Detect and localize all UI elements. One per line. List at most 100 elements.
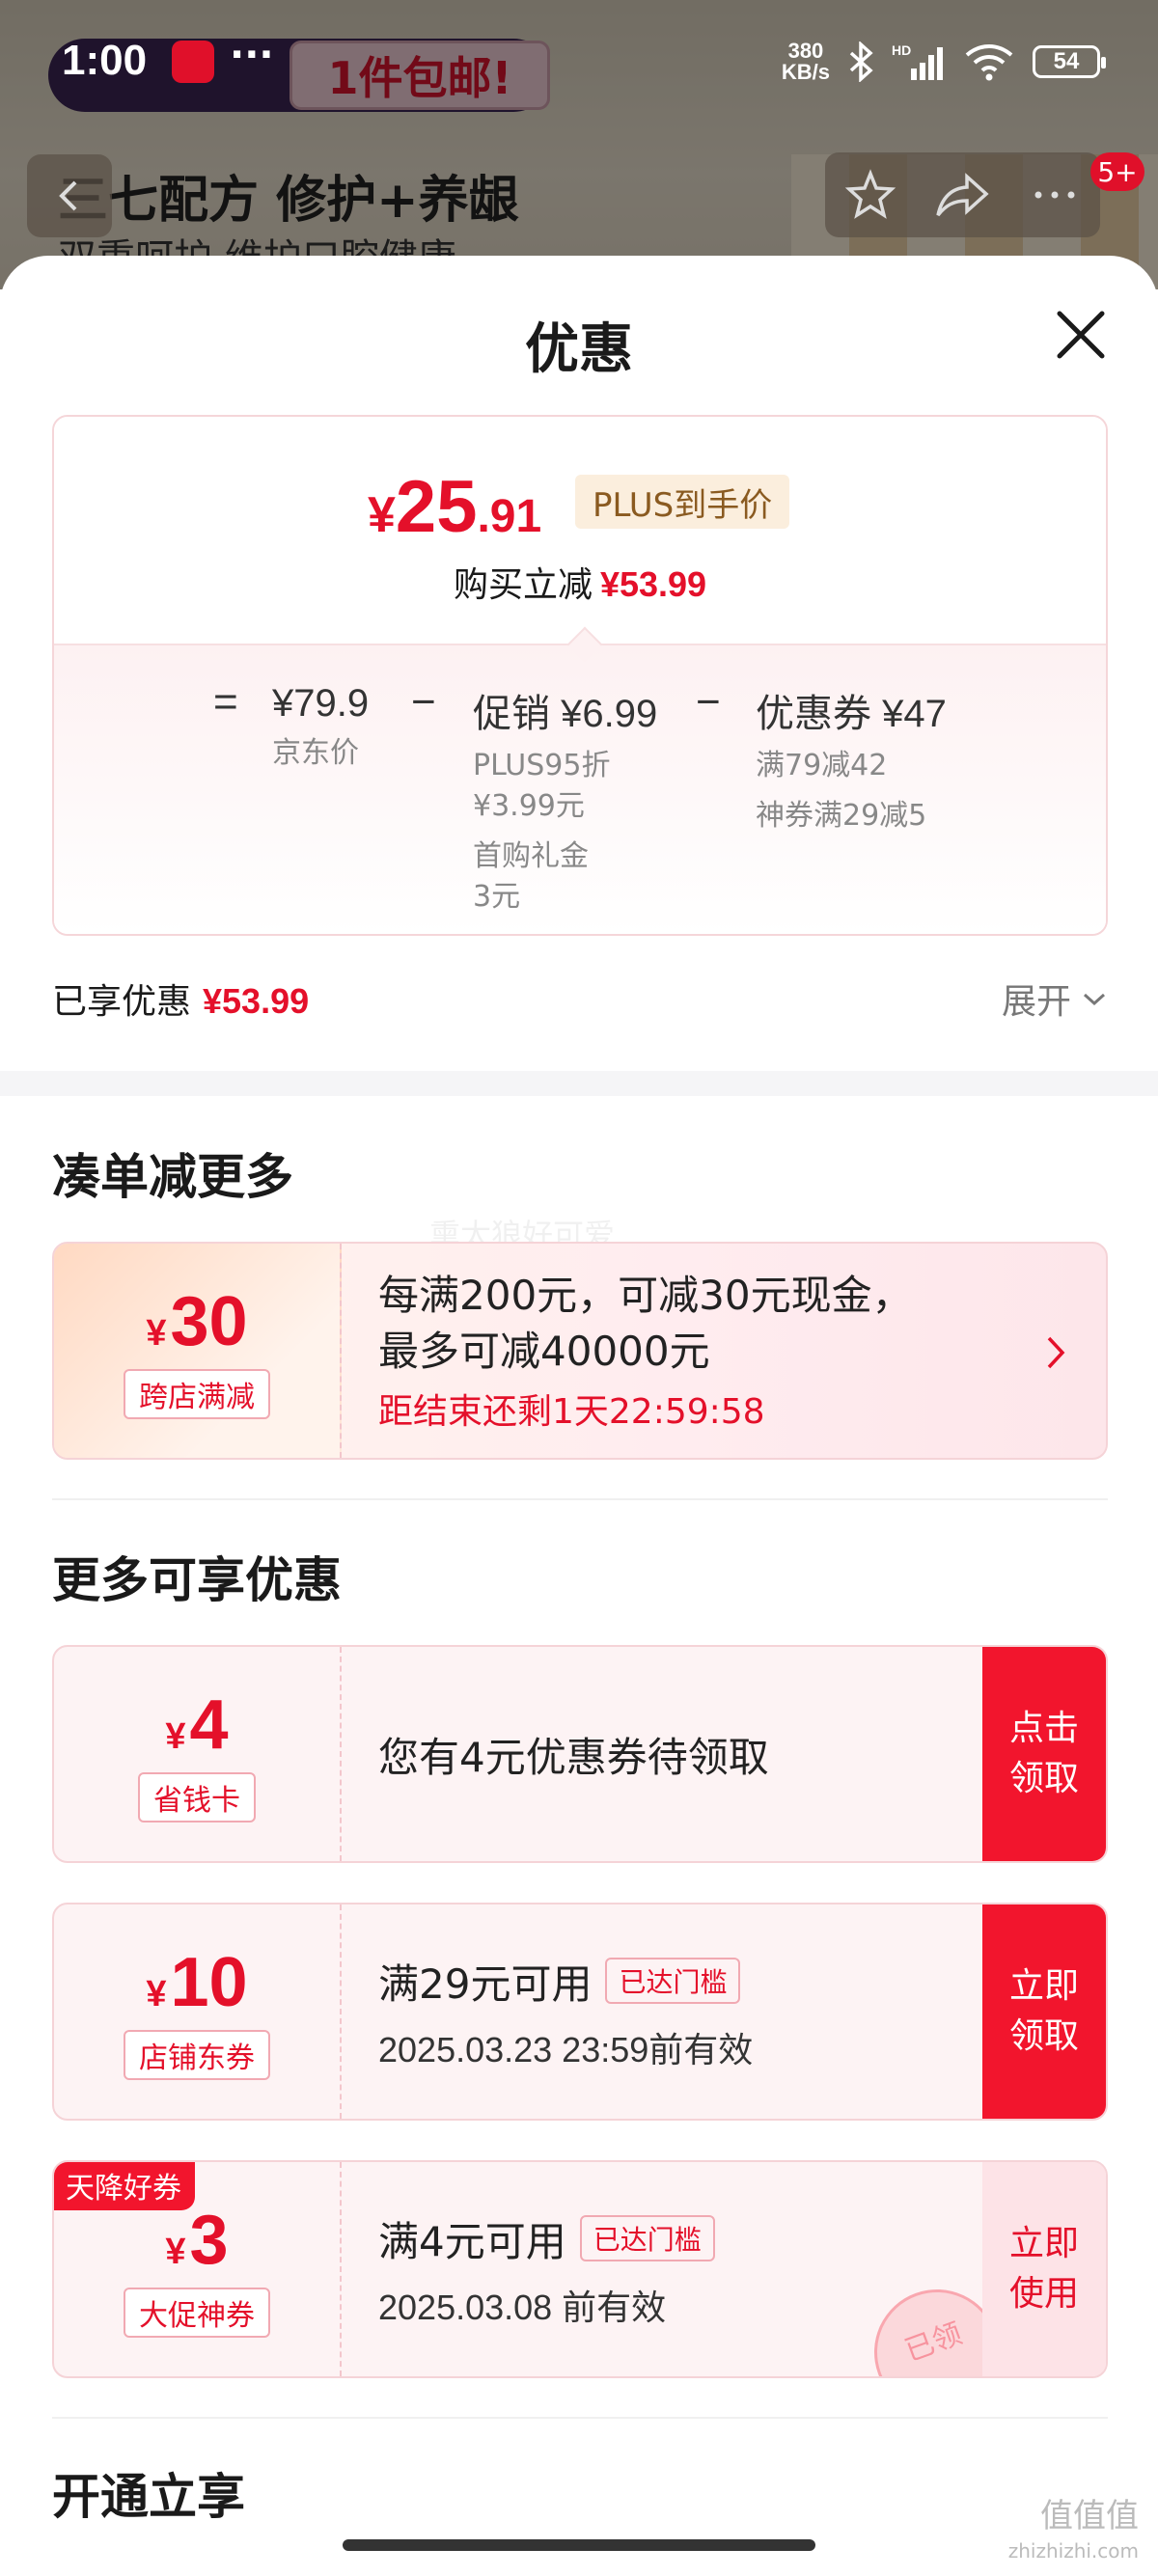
bluetooth-icon	[849, 41, 873, 82]
coupon-amount: ¥ 10	[146, 1943, 247, 2022]
coupon-description: 您有4元优惠券待领取	[378, 1647, 769, 1861]
status-bar: 1:00 ··· 380 KB/s HD 54	[0, 0, 1158, 135]
coupon-validity: 2025.03.23 23:59前有效	[378, 2029, 754, 2069]
claim-coupon-button[interactable]: 点击领取	[982, 1647, 1106, 1861]
coupon-condition: 您有4元优惠券待领取	[378, 1725, 769, 1784]
jd-price-column: ¥79.9 京东价	[272, 682, 369, 774]
promotion-detail-first-buy: 首购礼金	[473, 839, 589, 873]
coupon-amount: 优惠券 ¥47	[756, 693, 947, 735]
coupon-currency: ¥	[146, 1974, 167, 2014]
divider	[52, 1498, 1108, 1500]
final-price-integer: 25	[395, 466, 478, 548]
page-actions	[825, 152, 1100, 237]
network-speed-value: 380	[787, 39, 824, 63]
notification-badge: 5+	[1090, 152, 1144, 191]
equals-sign: =	[213, 678, 238, 726]
coupon-validity: 2025.03.08 前有效	[378, 2287, 667, 2327]
close-icon	[1057, 311, 1105, 359]
coupon-type-tag: 店铺东券	[124, 2030, 270, 2080]
jd-price-label: 京东价	[272, 736, 359, 770]
expand-label: 展开	[1001, 982, 1071, 1022]
promotion-detail-plus: PLUS95折	[473, 749, 611, 782]
discount-value: 30	[170, 1283, 248, 1360]
coupon-condition-text: 满4元可用	[378, 2217, 566, 2265]
expand-button[interactable]: 展开	[1002, 973, 1108, 1024]
battery-indicator: 54	[1033, 45, 1106, 78]
close-button[interactable]	[1050, 304, 1112, 366]
discount-sheet: 优惠 ¥ 25 .91 PLUS到手价 购买立减 ¥53.99 = ¥79.9 京…	[0, 256, 1158, 2576]
enjoyed-discount-label: 已享优惠	[52, 982, 192, 1022]
final-price-currency: ¥	[368, 487, 396, 543]
coupon-condition-text: 您有4元优惠券待领取	[378, 1733, 769, 1781]
home-indicator[interactable]	[343, 2539, 815, 2551]
share-icon[interactable]	[934, 169, 990, 221]
promotion-column: 促销 ¥6.99 PLUS95折 ¥3.99元 首购礼金 3元	[473, 682, 657, 918]
discount-rule-line2: 最多可减40000元	[378, 1328, 710, 1375]
instant-reduction-label: 购买立减	[453, 565, 593, 605]
discount-rule-line1: 每满200元，可减30元现金，	[378, 1272, 913, 1319]
jd-price-value: ¥79.9	[272, 682, 370, 725]
network-speed-unit: KB/s	[781, 60, 830, 84]
plus-price-tag: PLUS到手价	[575, 475, 790, 529]
enjoyed-discount-amount: ¥53.99	[203, 981, 310, 1021]
claim-coupon-button[interactable]: 立即领取	[982, 1905, 1106, 2119]
background-product-title: 三七配方 修护+养龈	[58, 172, 519, 230]
back-button[interactable]	[27, 154, 112, 237]
discount-amount-block: ¥ 30 跨店满减	[54, 1244, 342, 1458]
coupon-amount: ¥ 3	[165, 2201, 228, 2280]
coupon-condition: 满29元可用 已达门槛	[378, 1952, 753, 2011]
promotion-detail-first-buy-amount: 3元	[473, 880, 521, 914]
chevron-left-icon	[59, 180, 77, 211]
threshold-met-badge: 已达门槛	[579, 2215, 715, 2261]
instant-reduction: 购买立减 ¥53.99	[54, 557, 1106, 607]
coupon-detail-1: 满79减42	[756, 749, 888, 782]
section-title-bundle: 凑单减更多	[52, 1149, 293, 1205]
final-price-decimal: .91	[477, 491, 542, 542]
coupon-corner-tag: 天降好券	[54, 2162, 195, 2210]
divider	[52, 2417, 1108, 2419]
coupon-card-store: ¥ 10 店铺东券 满29元可用 已达门槛 2025.03.23 23:59前有…	[52, 1903, 1108, 2121]
chevron-right-icon	[1047, 1336, 1065, 1369]
discount-amount: ¥ 30	[146, 1282, 247, 1361]
section-title-open: 开通立享	[52, 2469, 245, 2525]
network-speed: 380 KB/s	[782, 41, 830, 83]
promotion-details: PLUS95折 ¥3.99元 首购礼金 3元	[473, 746, 657, 918]
coupon-value: 4	[189, 1686, 229, 1764]
coupon-condition-text: 满29元可用	[378, 1959, 593, 2008]
discount-type-tag: 跨店满减	[124, 1369, 270, 1419]
coupon-description: 满29元可用 已达门槛 2025.03.23 23:59前有效	[378, 1905, 753, 2119]
coupon-condition: 满4元可用 已达门槛	[378, 2209, 715, 2268]
coupon-type-tag: 大促神券	[124, 2288, 270, 2338]
discount-currency: ¥	[146, 1313, 167, 1354]
promotion-amount: 促销 ¥6.99	[473, 693, 658, 735]
enjoyed-discount-row: 已享优惠 ¥53.99 展开	[52, 972, 1108, 1026]
app-notification-icon	[172, 41, 214, 83]
star-icon[interactable]	[844, 169, 896, 221]
minus-sign: −	[411, 678, 436, 726]
cross-store-discount-card[interactable]: ¥ 30 跨店满减 每满200元，可减30元现金， 最多可减40000元 距结束…	[52, 1242, 1108, 1460]
sheet-title: 优惠	[525, 318, 633, 381]
wifi-icon	[965, 44, 1013, 81]
instant-reduction-amount: ¥53.99	[599, 564, 707, 604]
cellular-signal-icon: HD	[892, 42, 943, 80]
coupon-amount-block: ¥ 10 店铺东券	[54, 1905, 342, 2119]
coupon-value: 3	[189, 2202, 229, 2279]
coupon-amount: ¥ 4	[165, 1685, 228, 1765]
minus-sign: −	[696, 678, 721, 726]
use-coupon-button[interactable]: 立即使用	[982, 2162, 1106, 2376]
coupon-value: 10	[170, 1944, 248, 2021]
price-calculation: = ¥79.9 京东价 − 促销 ¥6.99 PLUS95折 ¥3.99元 首购…	[54, 644, 1106, 934]
site-watermark: 值值值 zhizhizhi.com	[1008, 2499, 1139, 2568]
section-divider	[0, 1071, 1158, 1096]
discount-description: 每满200元，可减30元现金， 最多可减40000元 距结束还剩1天22:59:…	[378, 1244, 913, 1458]
coupon-column: 优惠券 ¥47 满79减42 神券满29减5	[756, 682, 947, 836]
final-price-section: ¥ 25 .91 PLUS到手价 购买立减 ¥53.99	[54, 417, 1106, 644]
coupon-amount-block: ¥ 4 省钱卡	[54, 1647, 342, 1861]
countdown-timer: 距结束还剩1天22:59:58	[378, 1392, 765, 1432]
coupon-type-tag: 省钱卡	[138, 1772, 256, 1822]
coupon-detail-2: 神券满29减5	[756, 799, 927, 833]
final-price: ¥ 25 .91	[368, 465, 541, 549]
more-icon[interactable]	[1029, 169, 1081, 221]
section-title-more: 更多可享优惠	[52, 1552, 342, 1608]
site-watermark-logo: 值值值	[1040, 2497, 1139, 2535]
